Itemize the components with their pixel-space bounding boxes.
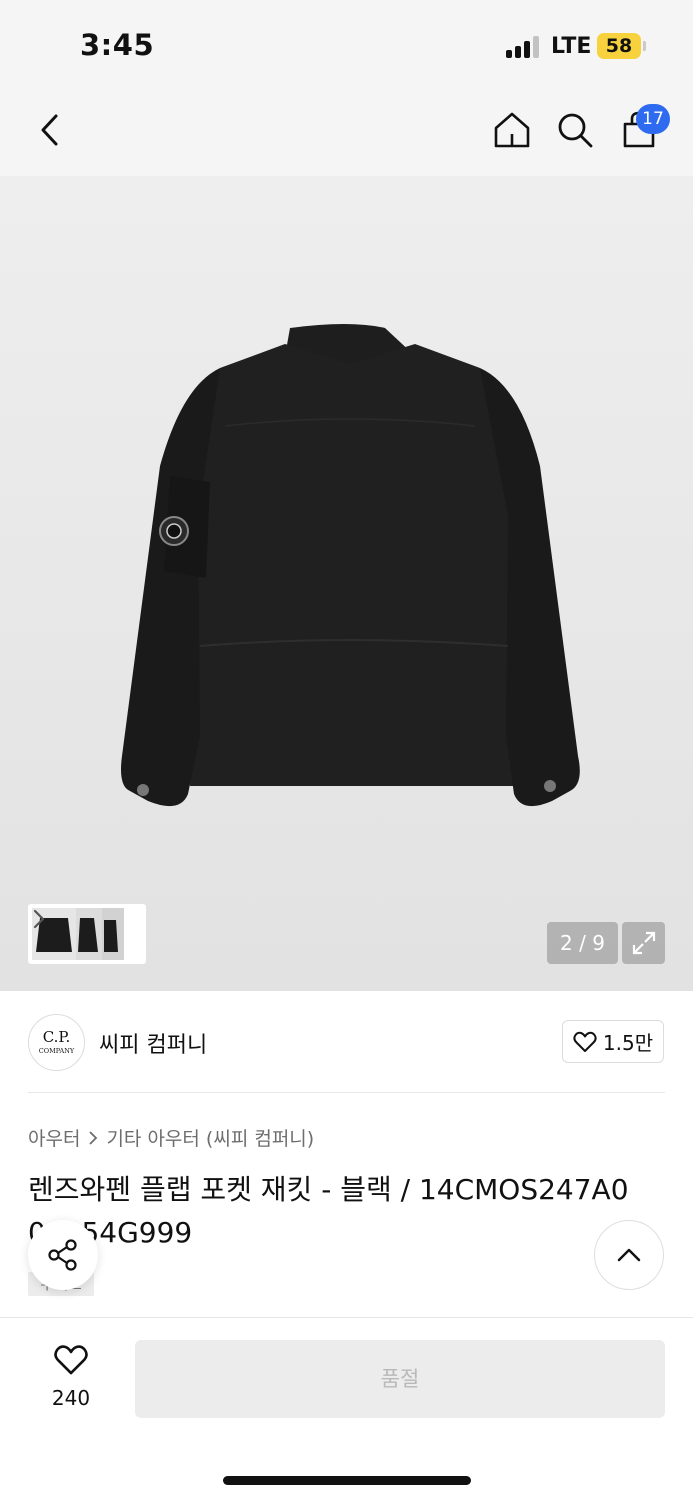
chevron-left-icon: [41, 114, 58, 146]
home-indicator[interactable]: [223, 1476, 471, 1485]
page-indicator: 2 / 9: [547, 922, 618, 964]
product-gallery[interactable]: 2 / 9: [0, 176, 693, 991]
sold-out-button[interactable]: 품절: [135, 1340, 665, 1418]
cart-count-badge: 17: [636, 104, 670, 134]
expand-icon: [632, 931, 655, 955]
brand-name[interactable]: 씨피 컴퍼니: [99, 1027, 207, 1059]
brand-like-count: 1.5만: [602, 1031, 654, 1055]
share-icon: [48, 1239, 77, 1271]
status-bar: 3:45 LTE 58: [0, 0, 693, 90]
breadcrumb-level2[interactable]: 기타 아우터 (씨피 컴퍼니): [106, 1124, 314, 1151]
scroll-top-button[interactable]: [594, 1220, 664, 1290]
brand-logo[interactable]: C.P. COMPANY: [28, 1014, 85, 1071]
wishlist-button[interactable]: 240: [36, 1344, 106, 1414]
back-button[interactable]: [26, 106, 74, 154]
battery-icon: 58: [597, 33, 641, 59]
brand-logo-subtext: COMPANY: [38, 1047, 75, 1055]
nav-bar: [0, 90, 693, 176]
product-title: 렌즈와펜 플랩 포켓 재킷 - 블랙 / 14CMOS247A0 06154G9…: [28, 1173, 629, 1249]
battery-cap: [643, 41, 646, 51]
heart-icon: [573, 1031, 597, 1052]
product-image[interactable]: [60, 316, 640, 836]
brand-like-button[interactable]: 1.5만: [562, 1020, 664, 1063]
breadcrumb-level1[interactable]: 아우터: [28, 1124, 80, 1151]
chevron-right-icon: [88, 1130, 98, 1146]
share-button[interactable]: [28, 1220, 98, 1290]
brand-logo-text: C.P.: [42, 1028, 71, 1046]
chevron-right-icon: [33, 909, 45, 929]
fullscreen-button[interactable]: [622, 922, 665, 964]
product-detail-screen: 3:45 LTE 58 17 2 / 9 C.P. COMPANY 씨피 컴퍼니…: [0, 0, 693, 1500]
status-time: 3:45: [80, 28, 155, 62]
network-type: LTE: [551, 34, 592, 59]
divider: [28, 1092, 665, 1093]
breadcrumb: 아우터 기타 아우터 (씨피 컴퍼니): [28, 1124, 314, 1151]
wishlist-count: 240: [51, 1386, 91, 1410]
search-button[interactable]: [551, 106, 599, 154]
search-icon: [558, 113, 593, 148]
chevron-up-icon: [617, 1248, 641, 1262]
thumbnail-strip[interactable]: [28, 904, 146, 964]
home-button[interactable]: [488, 106, 536, 154]
cellular-signal-icon: [506, 36, 542, 58]
home-icon: [494, 112, 530, 148]
battery-level: 58: [605, 35, 633, 57]
heart-icon: [54, 1345, 88, 1375]
